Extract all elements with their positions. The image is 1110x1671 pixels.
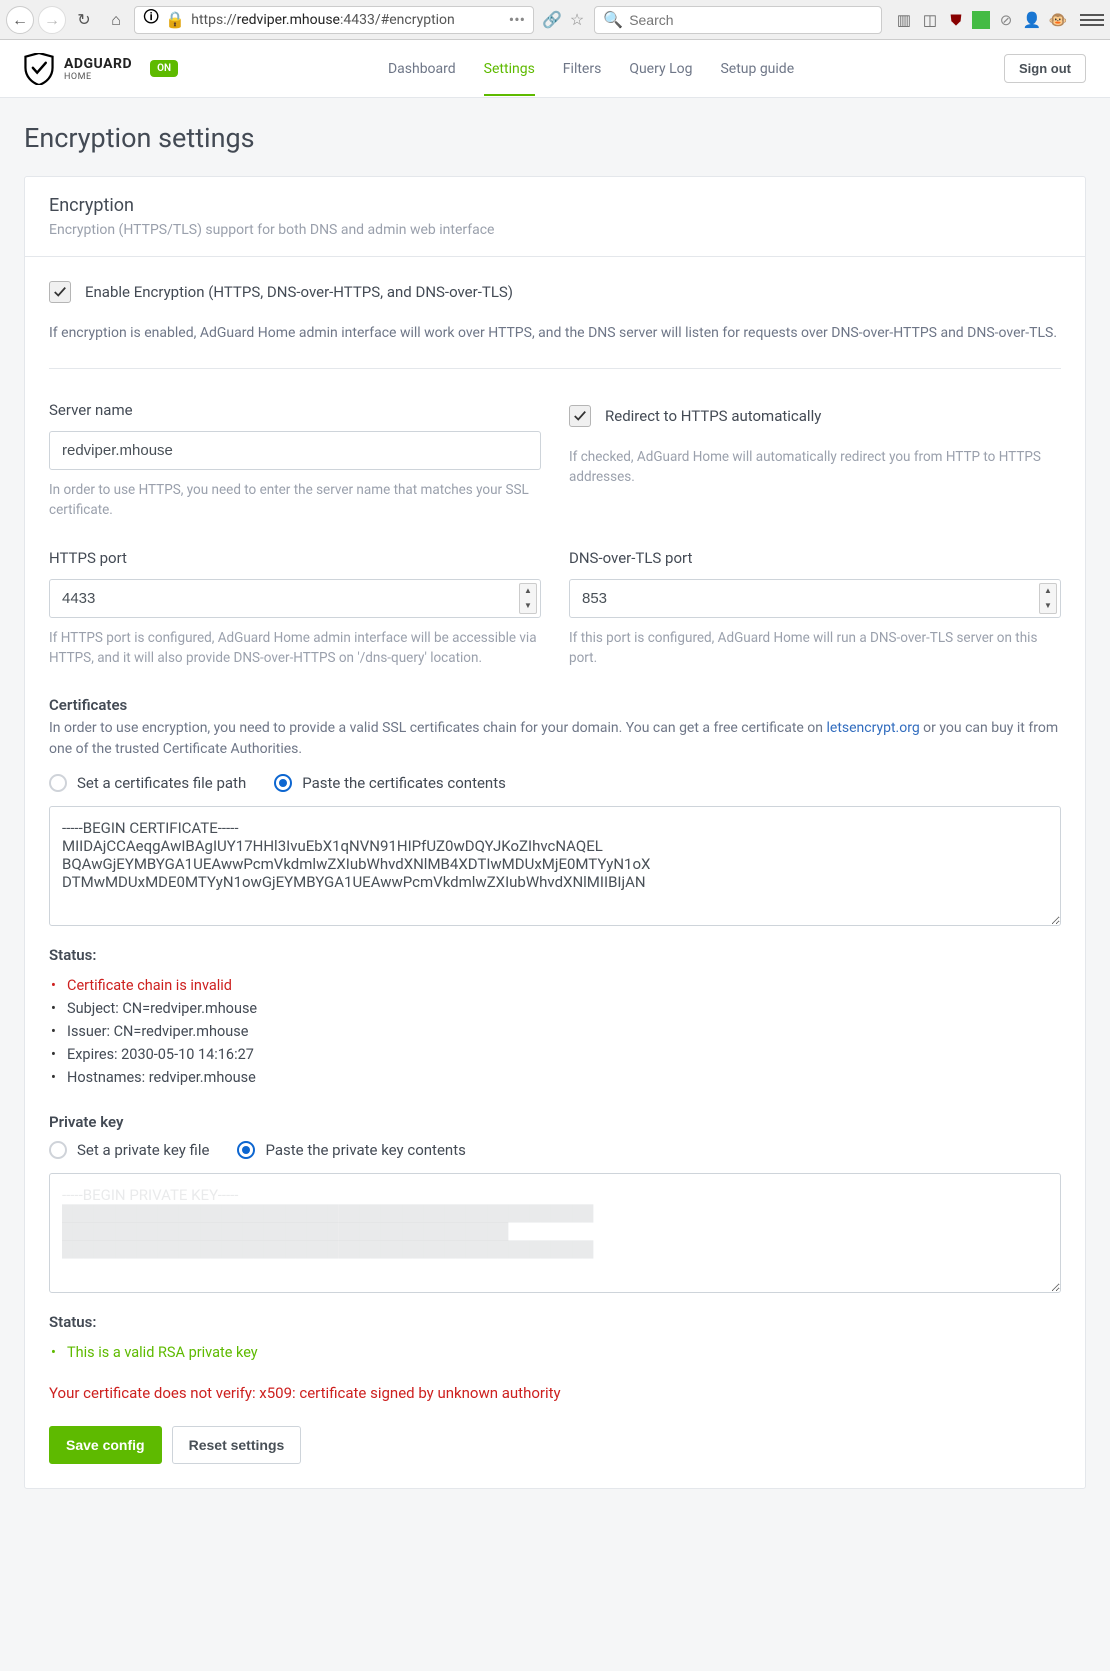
app-header: ADGUARD HOME ON Dashboard Settings Filte… — [0, 40, 1110, 98]
cert-paste-radio[interactable] — [274, 774, 292, 792]
extension-monkey-icon[interactable]: 🐵 — [1048, 10, 1068, 30]
nav-filters[interactable]: Filters — [563, 42, 602, 96]
back-button[interactable]: ← — [6, 6, 34, 34]
https-port-spinner[interactable]: ▲▼ — [519, 583, 537, 614]
cert-textarea[interactable] — [49, 806, 1061, 926]
nav-setupguide[interactable]: Setup guide — [720, 42, 794, 96]
shield-icon: 🛈 — [143, 6, 159, 33]
server-name-label: Server name — [49, 401, 541, 419]
reload-button[interactable]: ↻ — [70, 6, 98, 34]
extension-noscript-icon[interactable]: ⊘ — [996, 10, 1016, 30]
extension-green-icon[interactable] — [972, 11, 990, 29]
search-bar[interactable]: 🔍 — [594, 6, 882, 34]
pkey-status-list: This is a valid RSA private key — [49, 1341, 1061, 1364]
pkey-path-radio-label: Set a private key file — [77, 1141, 209, 1159]
cert-status-label: Status: — [49, 946, 1061, 964]
encryption-card: Encryption Encryption (HTTPS/TLS) suppor… — [24, 176, 1086, 1489]
enable-encryption-checkbox[interactable] — [49, 281, 71, 303]
cert-status-list: Certificate chain is invalid Subject: CN… — [49, 974, 1061, 1089]
status-badge-on: ON — [150, 60, 178, 77]
https-port-help: If HTTPS port is configured, AdGuard Hom… — [49, 628, 541, 669]
card-subtitle: Encryption (HTTPS/TLS) support for both … — [49, 222, 1061, 238]
search-icon: 🔍 — [603, 10, 623, 29]
cert-status-expires: Expires: 2030-05-10 14:16:27 — [49, 1043, 1061, 1066]
https-port-input[interactable] — [49, 579, 541, 618]
permissions-icon[interactable]: 🔗 — [542, 10, 562, 29]
url-bar[interactable]: 🛈 🔒 https://redviper.mhouse:4433/#encryp… — [134, 6, 534, 34]
nav-settings[interactable]: Settings — [484, 42, 535, 96]
brand-sub: HOME — [64, 72, 132, 82]
url-text: https://redviper.mhouse:4433/#encryption — [191, 12, 455, 28]
redirect-https-checkbox[interactable] — [569, 405, 591, 427]
cert-status-issuer: Issuer: CN=redviper.mhouse — [49, 1020, 1061, 1043]
pkey-status-label: Status: — [49, 1313, 1061, 1331]
account-icon[interactable]: 👤 — [1022, 10, 1042, 30]
pkey-path-radio[interactable] — [49, 1141, 67, 1159]
verify-error: Your certificate does not verify: x509: … — [49, 1384, 1061, 1402]
redirect-https-help: If checked, AdGuard Home will automatica… — [569, 447, 1061, 488]
server-name-help: In order to use HTTPS, you need to enter… — [49, 480, 541, 521]
reset-settings-button[interactable]: Reset settings — [172, 1426, 302, 1464]
brand-name: ADGUARD — [64, 56, 132, 72]
dot-port-help: If this port is configured, AdGuard Home… — [569, 628, 1061, 669]
certificates-desc: In order to use encryption, you need to … — [49, 718, 1061, 760]
dot-port-label: DNS-over-TLS port — [569, 549, 1061, 567]
pkey-paste-radio-label: Paste the private key contents — [265, 1141, 465, 1159]
server-name-input[interactable] — [49, 431, 541, 470]
https-port-label: HTTPS port — [49, 549, 541, 567]
home-button[interactable]: ⌂ — [102, 6, 130, 34]
cert-status-subject: Subject: CN=redviper.mhouse — [49, 997, 1061, 1020]
cert-path-radio-label: Set a certificates file path — [77, 774, 246, 792]
nav-dashboard[interactable]: Dashboard — [388, 42, 456, 96]
lock-warning-icon: 🔒 — [165, 10, 185, 29]
browser-toolbar: ← → ↻ ⌂ 🛈 🔒 https://redviper.mhouse:4433… — [0, 0, 1110, 40]
pkey-textarea[interactable] — [49, 1173, 1061, 1293]
cert-status-hostnames: Hostnames: redviper.mhouse — [49, 1066, 1061, 1089]
card-title: Encryption — [49, 195, 1061, 216]
divider — [49, 368, 1061, 369]
private-key-label: Private key — [49, 1113, 1061, 1131]
save-config-button[interactable]: Save config — [49, 1426, 162, 1464]
bookmark-icon[interactable]: ☆ — [570, 10, 584, 29]
redirect-https-label: Redirect to HTTPS automatically — [605, 407, 821, 425]
certificates-label: Certificates — [49, 696, 1061, 714]
forward-button[interactable]: → — [38, 6, 66, 34]
cert-path-radio[interactable] — [49, 774, 67, 792]
search-input[interactable] — [629, 12, 873, 28]
main-nav: Dashboard Settings Filters Query Log Set… — [388, 42, 794, 96]
library-icon[interactable]: ▥ — [894, 10, 914, 30]
enable-encryption-help: If encryption is enabled, AdGuard Home a… — [49, 323, 1061, 344]
dot-port-input[interactable] — [569, 579, 1061, 618]
dot-port-spinner[interactable]: ▲▼ — [1039, 583, 1057, 614]
extension-ublock-icon[interactable]: ⛊ — [946, 10, 966, 30]
page-title: Encryption settings — [24, 122, 1086, 154]
signout-button[interactable]: Sign out — [1004, 54, 1086, 83]
enable-encryption-label: Enable Encryption (HTTPS, DNS-over-HTTPS… — [85, 283, 513, 301]
cert-status-invalid: Certificate chain is invalid — [49, 974, 1061, 997]
more-icon[interactable]: ••• — [509, 10, 525, 29]
logo[interactable]: ADGUARD HOME ON — [24, 53, 178, 85]
cert-paste-radio-label: Paste the certificates contents — [302, 774, 506, 792]
logo-shield-icon — [24, 53, 54, 85]
pkey-status-ok: This is a valid RSA private key — [49, 1341, 1061, 1364]
letsencrypt-link[interactable]: letsencrypt.org — [827, 720, 920, 736]
pkey-paste-radio[interactable] — [237, 1141, 255, 1159]
sidebar-icon[interactable]: ◫ — [920, 10, 940, 30]
nav-querylog[interactable]: Query Log — [629, 42, 692, 96]
menu-button[interactable] — [1080, 8, 1104, 32]
